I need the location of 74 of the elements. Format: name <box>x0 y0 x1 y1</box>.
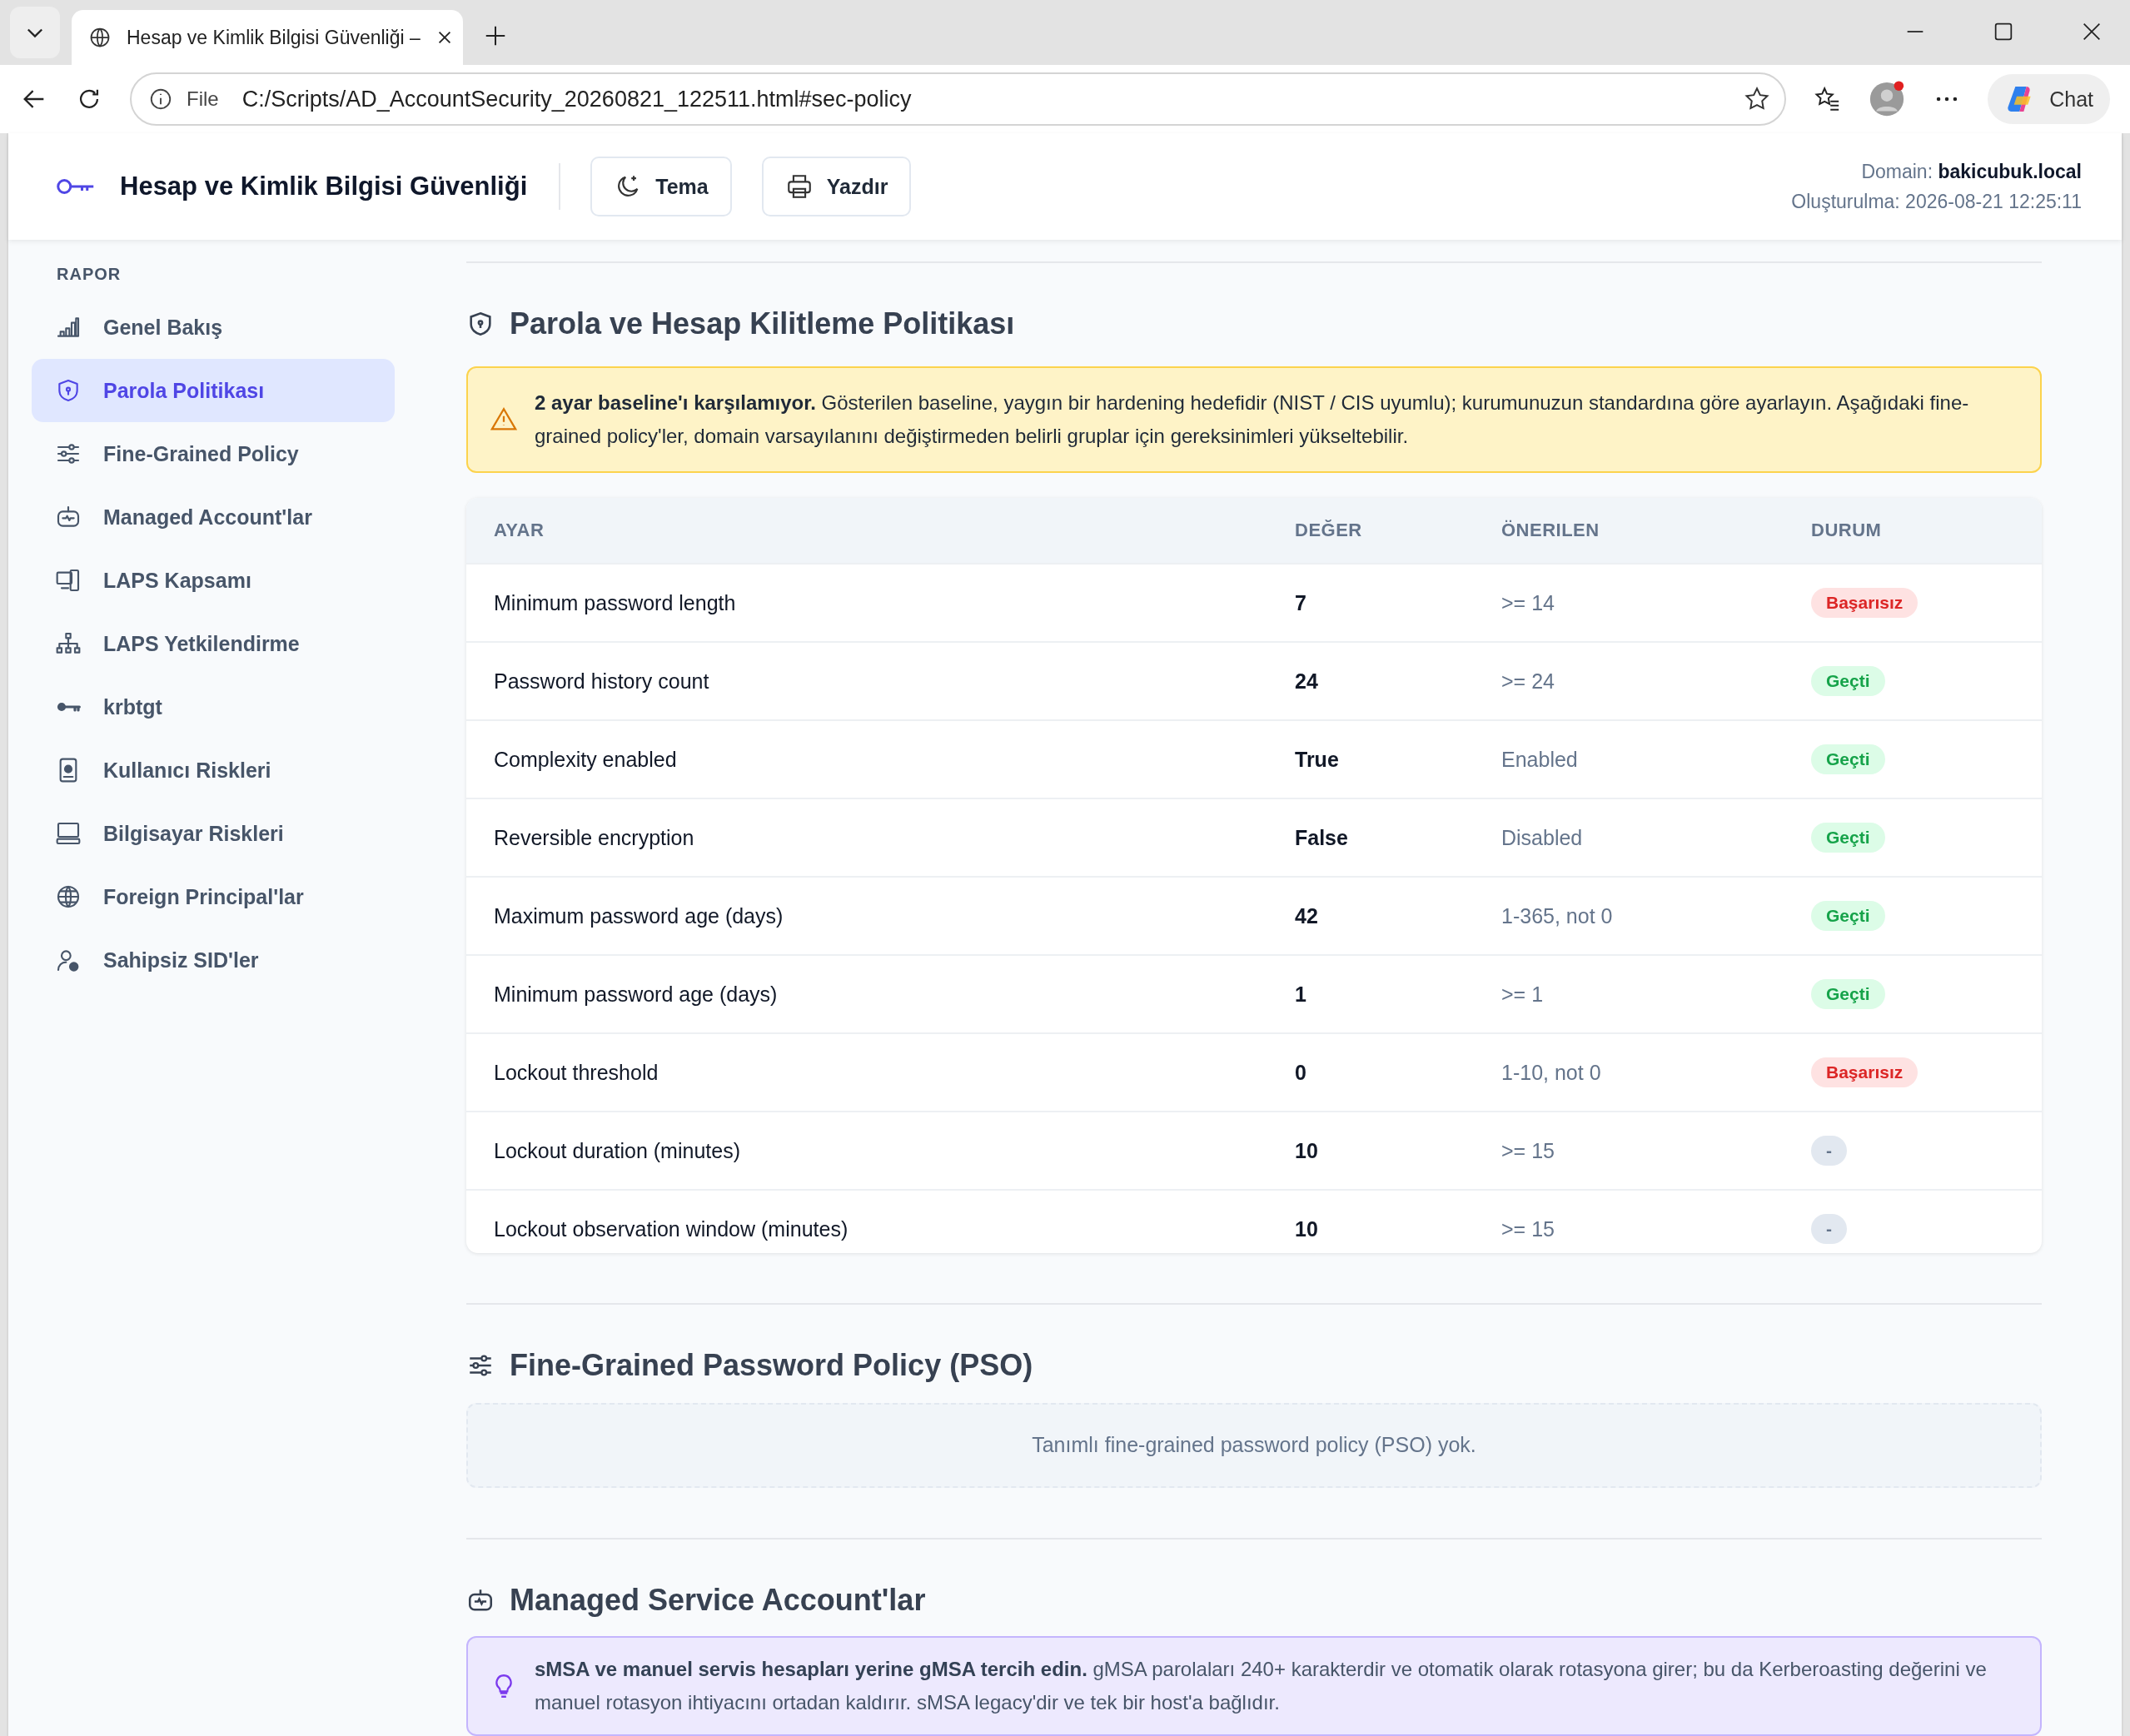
chat-button[interactable]: Chat <box>1988 74 2110 124</box>
table-cell-text: Maximum password age (days) <box>493 903 784 928</box>
status-badge: Geçti <box>1811 823 1885 853</box>
sidebar-item[interactable]: Foreign Principal'lar <box>32 865 395 928</box>
sidebar-item[interactable]: LAPS Yetkilendirme <box>32 612 395 675</box>
empty-message: Tanımlı fine-grained password policy (PSO) yok. <box>1032 1433 1476 1458</box>
sidebar-item[interactable]: Bilgisayar Riskleri <box>32 802 395 865</box>
section-title: Managed Service Account'lar <box>510 1583 926 1618</box>
table-cell-text: 7 <box>1294 590 1307 615</box>
browser-tab[interactable]: Hesap ve Kimlik Bilgisi Güvenliği – <box>72 10 463 65</box>
print-button[interactable]: Yazdır <box>761 157 912 216</box>
sidebar-item[interactable]: Genel Bakış <box>32 296 395 359</box>
table-cell-text: Complexity enabled <box>493 747 678 772</box>
table-cell-text: Reversible encryption <box>493 825 695 850</box>
sidebar-item[interactable]: Parola Politikası <box>32 359 395 422</box>
info-icon <box>148 87 173 112</box>
url-text: C:/Scripts/AD_AccountSecurity_20260821_122511.html#sec-policy <box>241 86 912 112</box>
table-cell-text: Enabled <box>1500 747 1579 772</box>
table-cell-text: True <box>1294 747 1340 772</box>
table-cell-text: Lockout observation window (minutes) <box>493 1216 849 1241</box>
globe-icon <box>88 26 112 49</box>
table-cell-text: 0 <box>1294 1060 1307 1085</box>
address-bar[interactable]: File C:/Scripts/AD_AccountSecurity_20260821_122511.html#sec-policy <box>130 72 1787 126</box>
table-cell-text: 10 <box>1294 1216 1319 1241</box>
devices-icon <box>55 567 82 594</box>
status-badge: Geçti <box>1811 979 1885 1009</box>
sidebar-item[interactable]: krbtgt <box>32 675 395 739</box>
alert-text: 2 ayar baseline'ı karşılamıyor. Gösterilen baseline, yaygın bir hardening hedefidir (NIST / CIS uyumlu); kurumunuzun standardına göre ayarlayın. Aşağıdaki fine-grained policy'ler, domain varsayılanını değiştirmeden belirli gruplar için gereksinimleri yükseltebilir. <box>535 390 1970 449</box>
table-cell-text: 1-365, not 0 <box>1500 903 1614 928</box>
table-cell-text: 42 <box>1294 903 1319 928</box>
table-cell-text: >= 24 <box>1500 669 1555 694</box>
globe-icon <box>55 883 82 910</box>
table-cell-text: 1-10, not 0 <box>1500 1060 1602 1085</box>
table-cell-text: >= 1 <box>1500 982 1545 1007</box>
table-cell-text: Password history count <box>493 669 710 694</box>
created-timestamp: Oluşturulma: 2026-08-21 12:25:11 <box>1791 190 2082 214</box>
table-cell-text: >= 14 <box>1500 590 1555 615</box>
note-text: sMSA ve manuel servis hesapları yerine gMSA tercih edin. gMSA parolaları 240+ karakterdir ve otomatik olarak rotasyona girer; bu da Kerberoasting değerini ve manuel rotasyon ihtiyacını ortadan kaldırır. sMSA legacy'dir ve tek bir host'a bağlıdır. <box>535 1657 1988 1715</box>
url-scheme: File <box>187 87 219 111</box>
status-badge: - <box>1811 1136 1847 1166</box>
table-cell-text: 10 <box>1294 1138 1319 1163</box>
table-cell-text: Lockout duration (minutes) <box>493 1138 741 1163</box>
sidebar-item[interactable]: LAPS Kapsamı <box>32 549 395 612</box>
table-cell-text: Minimum password length <box>493 590 737 615</box>
table-cell-text: Minimum password age (days) <box>493 982 779 1007</box>
app-title: Hesap ve Kimlik Bilgisi Güvenliği <box>120 172 528 201</box>
status-badge: - <box>1811 1214 1847 1244</box>
table-cell-text: False <box>1294 825 1349 850</box>
sidebar-item[interactable]: Kullanıcı Riskleri <box>32 739 395 802</box>
status-badge: Geçti <box>1811 744 1885 774</box>
status-badge: Başarısız <box>1811 1057 1918 1087</box>
status-badge: Başarısız <box>1811 588 1918 618</box>
table-cell-text: 1 <box>1294 982 1307 1007</box>
sidebar-item[interactable]: Managed Account'lar <box>32 485 395 549</box>
column-header: DEĞER <box>1294 520 1363 541</box>
theme-button[interactable]: Tema <box>590 157 732 216</box>
table-cell-text: Lockout threshold <box>493 1060 659 1085</box>
sidebar-heading: RAPOR <box>56 265 122 285</box>
column-header: DURUM <box>1810 520 1883 541</box>
section-title: Parola ve Hesap Kilitleme Politikası <box>510 306 1015 341</box>
sidebar-item[interactable]: Sahipsiz SID'ler <box>32 928 395 992</box>
section-title: Fine-Grained Password Policy (PSO) <box>510 1347 1033 1383</box>
sidebar-item[interactable]: Fine-Grained Policy <box>32 422 395 485</box>
table-cell-text: >= 15 <box>1500 1138 1555 1163</box>
column-header: AYAR <box>493 520 545 541</box>
computer-icon <box>55 820 82 847</box>
column-header: ÖNERILEN <box>1500 520 1600 541</box>
table-cell-text: 24 <box>1294 669 1319 694</box>
status-badge: Geçti <box>1811 666 1885 696</box>
table-cell-text: Disabled <box>1500 825 1584 850</box>
status-badge: Geçti <box>1811 901 1885 931</box>
tab-title: Hesap ve Kimlik Bilgisi Güvenliği – <box>127 26 421 49</box>
domain-text: Domain: bakicubuk.local <box>1860 160 2082 184</box>
table-cell-text: >= 15 <box>1500 1216 1555 1241</box>
